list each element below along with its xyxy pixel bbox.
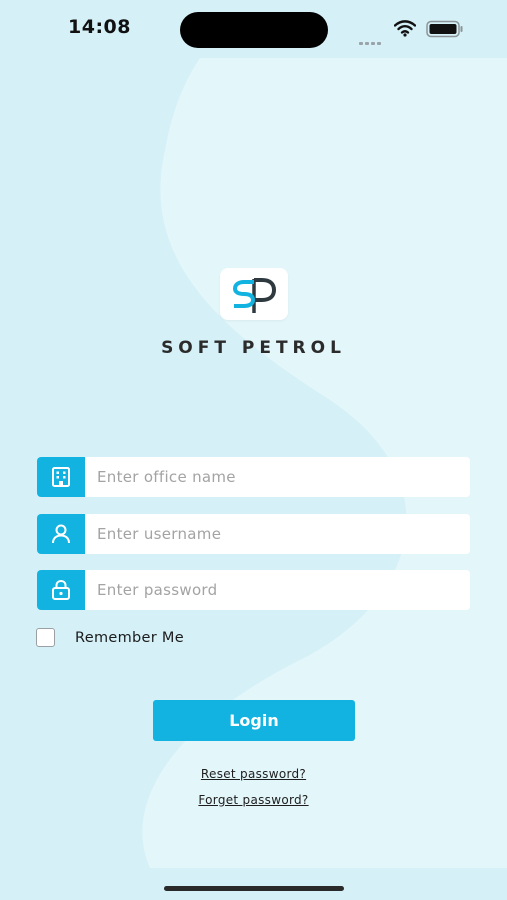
background-wave (0, 0, 507, 900)
brand-name: SOFT PETROL (161, 338, 346, 358)
office-field[interactable] (37, 457, 470, 497)
wifi-icon (394, 20, 416, 37)
login-button[interactable]: Login (153, 700, 355, 741)
forget-password-link[interactable]: Forget password? (0, 793, 507, 807)
battery-icon (426, 20, 463, 38)
home-indicator (164, 886, 344, 891)
username-input[interactable] (85, 514, 470, 554)
reset-password-link[interactable]: Reset password? (0, 767, 507, 781)
username-field[interactable] (37, 514, 470, 554)
status-time: 14:08 (68, 16, 131, 38)
office-name-input[interactable] (85, 457, 470, 497)
user-icon (37, 514, 85, 554)
remember-me-label: Remember Me (75, 629, 184, 646)
signal-dots-icon (359, 30, 383, 49)
soft-petrol-logo-icon (232, 278, 277, 313)
password-input[interactable] (85, 570, 470, 610)
remember-me[interactable]: Remember Me (36, 628, 184, 647)
dynamic-island (180, 12, 328, 48)
password-field[interactable] (37, 570, 470, 610)
building-icon (37, 457, 85, 497)
status-bar: 14:08 (0, 0, 507, 58)
app-logo (220, 268, 288, 320)
lock-icon (37, 570, 85, 610)
remember-me-checkbox[interactable] (36, 628, 55, 647)
